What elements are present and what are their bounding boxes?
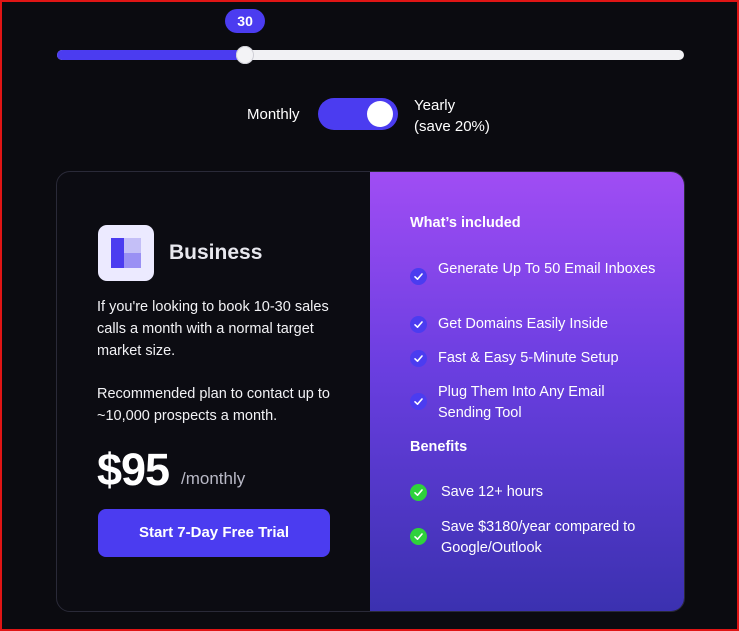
check-icon xyxy=(410,350,427,367)
plan-summary: Business If you're looking to book 10-30… xyxy=(57,172,370,611)
toggle-knob xyxy=(367,101,393,127)
check-circle-icon xyxy=(410,528,427,545)
monthly-label[interactable]: Monthly xyxy=(247,106,300,123)
pricing-card: Business If you're looking to book 10-30… xyxy=(56,171,685,612)
check-icon xyxy=(410,268,427,285)
slider-thumb[interactable] xyxy=(236,46,255,64)
plan-logo-icon xyxy=(98,225,154,281)
yearly-label-text: Yearly xyxy=(414,97,456,114)
price-period: /monthly xyxy=(181,469,246,488)
start-trial-button[interactable]: Start 7-Day Free Trial xyxy=(98,509,330,557)
billing-period-toggle[interactable] xyxy=(318,98,398,130)
included-item-label: Fast & Easy 5-Minute Setup xyxy=(438,350,619,366)
slider-fill xyxy=(57,50,246,60)
plan-features: What’s included Generate Up To 50 Email … xyxy=(370,172,684,611)
plan-recommendation: Recommended plan to contact up to ~10,00… xyxy=(97,386,330,424)
prospects-slider[interactable]: 30 xyxy=(57,9,684,64)
benefits-title: Benefits xyxy=(410,439,468,455)
check-circle-icon xyxy=(410,484,427,501)
plan-description: If you're looking to book 10-30 sales ca… xyxy=(97,299,329,359)
check-icon xyxy=(410,316,427,333)
included-item-label: Generate Up To 50 Email Inboxes xyxy=(438,261,656,277)
slider-value-bubble: 30 xyxy=(225,9,266,33)
included-title: What’s included xyxy=(410,215,521,231)
plan-name: Business xyxy=(169,241,263,264)
check-icon xyxy=(410,393,427,410)
plan-price: $95 xyxy=(97,444,170,495)
yearly-label[interactable]: Yearly (save 20%) xyxy=(414,95,490,137)
included-item-label: Get Domains Easily Inside xyxy=(438,316,609,332)
benefit-item-label: Save 12+ hours xyxy=(441,484,543,500)
yearly-savings-text: (save 20%) xyxy=(414,118,490,135)
included-item-label: Plug Them Into Any Email Sending Tool xyxy=(438,384,605,421)
benefit-item-label: Save $3180/year compared to Google/Outlo… xyxy=(441,519,636,556)
